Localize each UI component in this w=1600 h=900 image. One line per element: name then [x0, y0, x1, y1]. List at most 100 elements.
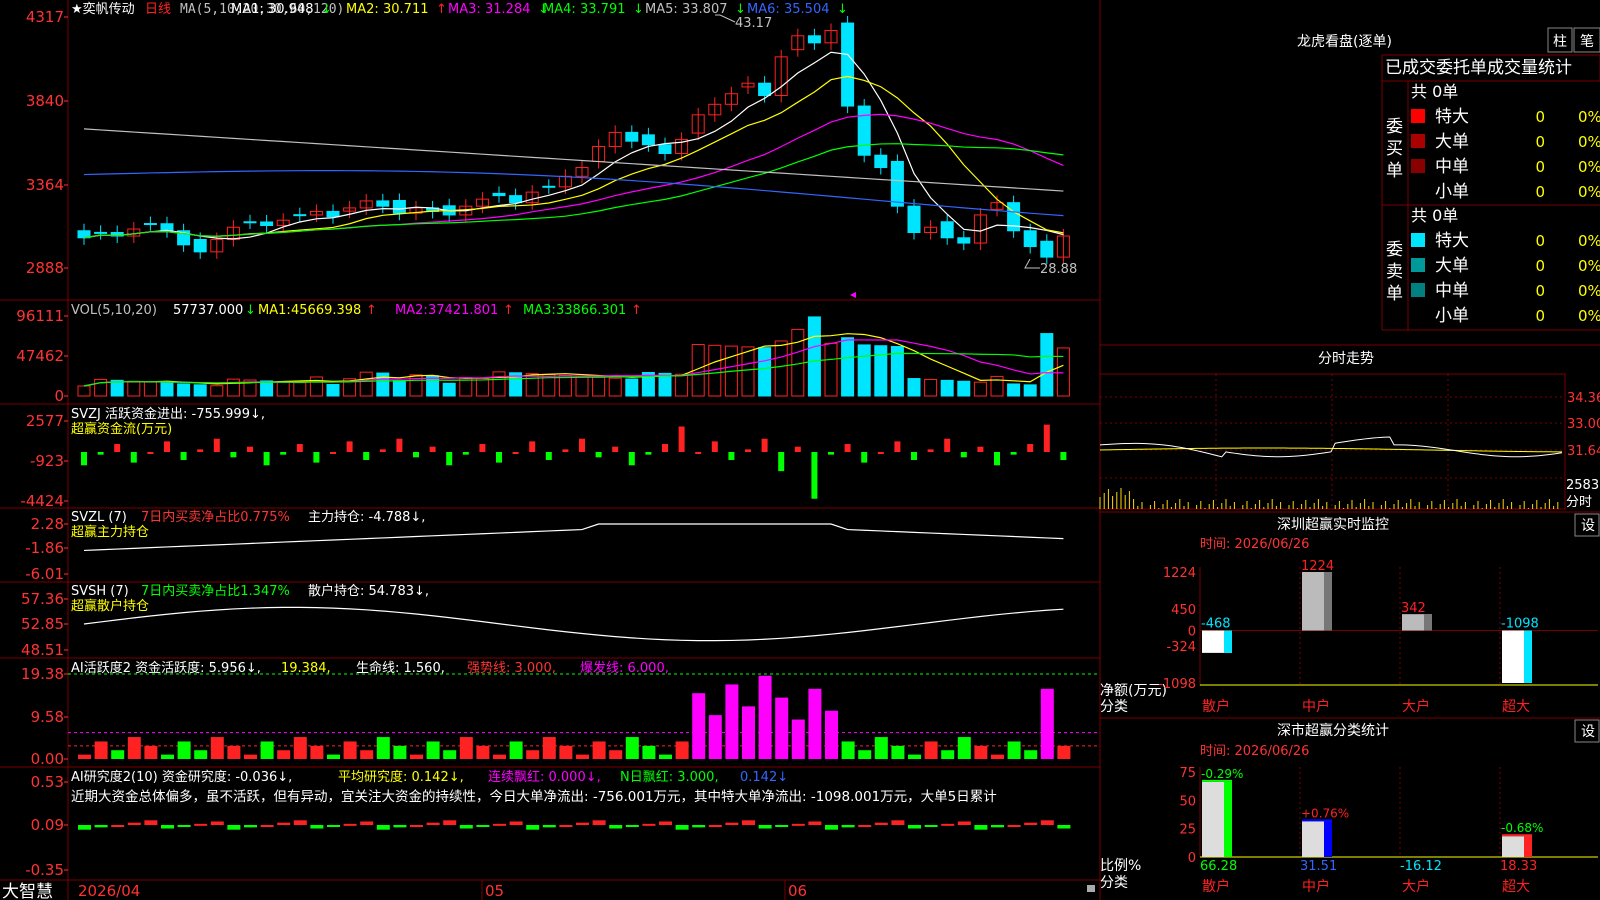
ma-6-arrow: ↓ [837, 2, 848, 17]
fund-flow-bars[interactable] [81, 424, 1067, 499]
research-bar [127, 822, 141, 825]
y-tick-label: 2888 [26, 259, 64, 277]
ai2-p2: 19.384, [281, 661, 331, 676]
stats-y-label: 0 [1188, 851, 1196, 866]
sell-row-name: 大单 [1435, 256, 1469, 276]
research-bar [509, 821, 523, 825]
fund-flow-bar [413, 452, 419, 458]
period-label[interactable]: 日线 [145, 2, 171, 17]
activity-bar [210, 737, 224, 759]
lock-icon [1087, 885, 1095, 892]
volume-bar [359, 371, 373, 397]
stats-cat-label: 大户 [1402, 878, 1430, 895]
activity-bar [659, 754, 672, 759]
date-jun: 06 [788, 882, 807, 900]
research-bars[interactable] [78, 820, 1071, 830]
fenshi-price-line [1099, 436, 1563, 458]
ma-4-value: 33.791 [580, 2, 626, 17]
fenshi-vol-tick: 2583 [1566, 478, 1599, 493]
volume-bar [675, 373, 689, 397]
monitor-time: 时间: 2026/06/26 [1200, 537, 1309, 552]
ma-2-label: MA2: [346, 2, 379, 17]
activity-bar [908, 754, 921, 759]
y-tick-label: 2.28 [31, 515, 64, 533]
candle-body [857, 105, 871, 156]
activity-bar [559, 745, 573, 759]
fenshi-y-label: 34.36 [1567, 391, 1600, 406]
y-tick-label: 9.58 [31, 708, 64, 726]
volume-bar [592, 376, 606, 397]
activity-bar [576, 754, 589, 759]
sell-row-pct: 0% [1578, 282, 1600, 300]
sell-total: 共 0单 [1411, 206, 1458, 225]
sell-row-name: 中单 [1435, 281, 1469, 301]
ma-3-value: 31.284 [485, 2, 531, 17]
buy-total: 共 0单 [1411, 82, 1458, 101]
candle-body [1040, 240, 1054, 258]
fund-flow-bar [761, 438, 768, 452]
candle-body [890, 160, 904, 207]
activity-bar [924, 741, 938, 759]
ma-1-label: MA1: [231, 2, 264, 17]
sell-row-value: 0 [1535, 307, 1545, 325]
main-y-axis: 4317 3840 3364 2888 [26, 8, 68, 277]
research-bar [260, 825, 274, 827]
svzl-legend: SVZL (7) 7日内买卖净占比0.775% 主力持仓: -4.788↓, 超… [71, 509, 425, 540]
ma-5-value: 33.807 [682, 2, 728, 17]
fund-flow-bar [263, 452, 270, 466]
buy-row-swatch [1411, 134, 1425, 148]
activity-bar [526, 750, 540, 759]
candlesticks[interactable] [77, 16, 1070, 265]
y-tick-label: 0 [54, 387, 64, 405]
research-bar [675, 825, 689, 830]
svzj-subtitle: 超赢资金流(万元) [71, 421, 172, 437]
volume-bar [625, 378, 639, 397]
activity-bar [509, 741, 523, 759]
candle-body [841, 22, 855, 107]
activity-bar [426, 741, 440, 759]
research-bar [1007, 825, 1021, 827]
candle-body [625, 131, 639, 142]
activity-bar [94, 741, 108, 759]
activity-bar [609, 750, 623, 759]
research-bar [376, 825, 390, 830]
vol-ma-3-arrow: ↑ [631, 303, 642, 318]
volume-bar [177, 383, 191, 397]
buy-row-value: 0 [1535, 133, 1545, 151]
volume-bar [857, 344, 871, 397]
sell-row-value: 0 [1535, 232, 1545, 250]
research-bar [791, 823, 805, 826]
volume-bar [741, 346, 755, 397]
volume-bar [874, 345, 888, 397]
stock-chart[interactable]: ★奕帆传动 日线 MA(5,10,20,30,60,120) MA1: 30.94… [0, 0, 1600, 900]
buy-row-value: 0 [1535, 158, 1545, 176]
activity-bars[interactable] [68, 673, 1100, 759]
volume-bar [143, 381, 157, 397]
cursor-marker [850, 292, 856, 298]
fenshi-panel[interactable]: 分时走势 34.36 33.00 31.64 2583 分时 [1099, 344, 1600, 510]
candle-body [907, 205, 921, 234]
fund-flow-bar [114, 444, 121, 452]
side-char: 委 [1386, 240, 1403, 260]
research-bar [310, 825, 324, 829]
fund-flow-bar [994, 452, 1000, 466]
volume-bar [924, 378, 938, 397]
ma120-line [83, 128, 1064, 192]
activity-bar [775, 697, 789, 759]
svsh-p2: 7日内买卖净占比1.347% [141, 583, 290, 599]
fund-flow-bar [296, 444, 303, 452]
research-bar [293, 820, 307, 825]
fenshi-y-label: 31.64 [1567, 444, 1600, 459]
vol-ma-1-arrow: ↑ [366, 303, 377, 318]
ma-6-value: 35.504 [784, 2, 830, 17]
stats-change-label: -0.68% [1501, 821, 1543, 835]
ai3-p1: AI研究度2(10) 资金研究度: -0.036↓, [71, 769, 292, 785]
ai3-p5: 0.142↓ [740, 770, 788, 785]
fund-flow-bar [1027, 444, 1034, 452]
research-bar [210, 821, 224, 825]
side-char: 单 [1386, 284, 1403, 304]
ma-3-label: MA3: [448, 2, 481, 17]
research-bar [725, 822, 739, 825]
research-bar [957, 821, 971, 825]
activity-bar [459, 737, 473, 759]
